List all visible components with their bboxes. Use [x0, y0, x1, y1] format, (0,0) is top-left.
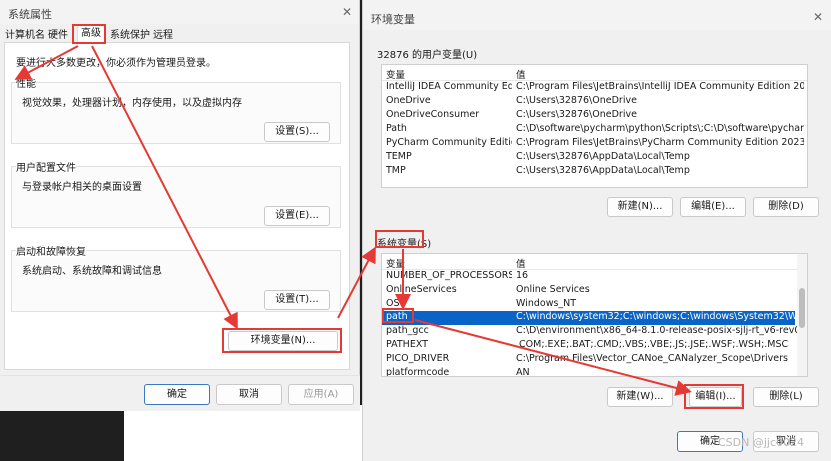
- variable-name: Path: [386, 123, 407, 134]
- env-close-icon[interactable]: ✕: [809, 8, 827, 26]
- system-variable-row-selected[interactable]: path C:\windows\system32;C:\windows;C:\wi…: [382, 311, 804, 325]
- startup-recovery-settings-button[interactable]: 设置(T)...: [264, 290, 330, 310]
- window-title: 系统属性: [8, 8, 52, 21]
- variable-value: C:\Users\32876\OneDrive: [516, 95, 637, 106]
- user-profile-description: 与登录帐户相关的桌面设置: [22, 182, 142, 193]
- user-list-header: 变量 值: [382, 65, 807, 81]
- performance-settings-button[interactable]: 设置(S)...: [264, 122, 330, 142]
- user-variable-row[interactable]: OneDrive C:\Users\32876\OneDrive: [382, 95, 795, 109]
- tab-hardware[interactable]: 硬件: [48, 26, 68, 41]
- performance-description: 视觉效果，处理器计划，内存使用，以及虚拟内存: [22, 98, 242, 109]
- user-variable-row[interactable]: PyCharm Community Edition C:\Program File…: [382, 137, 804, 151]
- variable-value: C:\Users\32876\AppData\Local\Temp: [516, 151, 690, 162]
- highlight-edit-button: [684, 384, 744, 409]
- variable-name: OnlineServices: [386, 284, 457, 295]
- tab-remote[interactable]: 远程: [153, 26, 173, 41]
- system-variable-row[interactable]: PATHEXT .COM;.EXE;.BAT;.CMD;.VBS;.VBE;.JS…: [382, 339, 795, 353]
- variable-name: platformcode: [386, 367, 450, 377]
- admin-notice: 要进行大多数更改，你必须作为管理员登录。: [16, 58, 216, 69]
- env-window-title: 环境变量: [371, 13, 415, 26]
- user-variable-row[interactable]: TEMP C:\Users\32876\AppData\Local\Temp: [382, 151, 795, 165]
- user-profile-title: 用户配置文件: [16, 159, 76, 174]
- variable-name: OneDrive: [386, 95, 431, 106]
- system-list-header: 变量 值: [382, 254, 807, 270]
- variable-name: IntelliJ IDEA Community Edi...: [386, 81, 512, 92]
- variable-value: .COM;.EXE;.BAT;.CMD;.VBS;.VBE;.JS;.JSE;.…: [516, 339, 789, 350]
- highlight-advanced-tab: [72, 24, 106, 44]
- column-header-value[interactable]: 值: [516, 256, 804, 270]
- tab-system-protection[interactable]: 系统保护: [110, 26, 150, 41]
- variable-value: C:\Program Files\JetBrains\PyCharm Commu…: [516, 137, 804, 148]
- variable-value: 16: [516, 270, 529, 281]
- system-variables-list[interactable]: 变量 值 NUMBER_OF_PROCESSORS 16 OnlineServic…: [381, 253, 808, 377]
- variable-value: C:\Users\32876\AppData\Local\Temp: [516, 165, 690, 176]
- variable-name: PATHEXT: [386, 339, 428, 350]
- user-variable-row[interactable]: IntelliJ IDEA Community Edi... C:\Program…: [382, 81, 804, 95]
- apply-button[interactable]: 应用(A): [288, 384, 354, 405]
- variable-value: C:\Program Files\JetBrains\IntelliJ IDEA…: [516, 81, 804, 92]
- variable-name: path_gcc: [386, 325, 429, 336]
- variable-value: C:\D\environment\x86_64-8.1.0-release-po…: [516, 325, 804, 336]
- user-variable-row[interactable]: OneDriveConsumer C:\Users\32876\OneDrive: [382, 109, 795, 123]
- system-variable-row[interactable]: OnlineServices Online Services: [382, 284, 795, 298]
- variable-value: C:\D\software\pycharm\python\Scripts\;C:…: [516, 123, 804, 134]
- column-header-variable[interactable]: 变量: [386, 67, 512, 81]
- system-delete-button[interactable]: 删除(L): [753, 387, 819, 407]
- variable-name: OneDriveConsumer: [386, 109, 480, 120]
- variable-name: PyCharm Community Edition: [386, 137, 512, 148]
- variable-name: NUMBER_OF_PROCESSORS: [386, 270, 512, 281]
- system-properties-titlebar: 系统属性 ✕: [0, 0, 359, 24]
- system-variable-row[interactable]: platformcode AN: [382, 367, 795, 377]
- user-delete-button[interactable]: 删除(D): [753, 197, 819, 217]
- user-variable-row[interactable]: Path C:\D\software\pycharm\python\Scripts…: [382, 123, 804, 137]
- variable-value: Windows_NT: [516, 298, 577, 309]
- variable-name: TEMP: [386, 151, 412, 162]
- system-variable-row[interactable]: PICO_DRIVER C:\Program Files\Vector_CANoe…: [382, 353, 795, 367]
- user-edit-button[interactable]: 编辑(E)...: [680, 197, 746, 217]
- watermark: CSDN @jjc0024: [718, 436, 805, 449]
- ok-button[interactable]: 确定: [144, 384, 210, 405]
- user-variable-row[interactable]: TMP C:\Users\32876\AppData\Local\Temp: [382, 165, 795, 179]
- column-header-variable[interactable]: 变量: [386, 256, 512, 270]
- variable-value: C:\Users\32876\OneDrive: [516, 109, 637, 120]
- highlight-env-button: [222, 328, 342, 353]
- highlight-system-vars-label: [375, 230, 424, 248]
- dialog-button-bar: 确定 取消 应用(A): [0, 375, 360, 411]
- close-icon[interactable]: ✕: [338, 3, 356, 21]
- startup-recovery-title: 启动和故障恢复: [16, 243, 86, 258]
- performance-title: 性能: [16, 75, 36, 90]
- column-header-value[interactable]: 值: [516, 67, 804, 81]
- scrollbar-thumb[interactable]: [799, 288, 805, 328]
- variable-value: Online Services: [516, 284, 590, 295]
- highlight-path-row: [382, 308, 414, 323]
- system-new-button[interactable]: 新建(W)...: [607, 387, 673, 407]
- user-new-button[interactable]: 新建(N)...: [607, 197, 673, 217]
- system-list-scrollbar[interactable]: [797, 254, 807, 376]
- system-variable-row[interactable]: NUMBER_OF_PROCESSORS 16: [382, 270, 795, 284]
- variable-value: C:\windows\system32;C:\windows;C:\window…: [516, 311, 804, 322]
- variable-value: C:\Program Files\Vector_CANoe_CANalyzer_…: [516, 353, 788, 364]
- variable-name: TMP: [386, 165, 406, 176]
- variable-value: AN: [516, 367, 530, 377]
- system-variable-row[interactable]: OS Windows_NT: [382, 298, 795, 312]
- startup-recovery-description: 系统启动、系统故障和调试信息: [22, 266, 162, 277]
- user-profile-settings-button[interactable]: 设置(E)...: [264, 206, 330, 226]
- background-document-window: [124, 405, 362, 461]
- system-variable-row[interactable]: path_gcc C:\D\environment\x86_64-8.1.0-re…: [382, 325, 804, 339]
- cancel-button[interactable]: 取消: [216, 384, 282, 405]
- user-variables-list[interactable]: 变量 值 IntelliJ IDEA Community Edi... C:\Pr…: [381, 64, 808, 188]
- tab-computer-name[interactable]: 计算机名: [5, 26, 45, 41]
- variable-name: PICO_DRIVER: [386, 353, 450, 364]
- user-variables-label: 32876 的用户变量(U): [377, 50, 478, 61]
- env-titlebar: 环境变量 ✕: [363, 0, 831, 30]
